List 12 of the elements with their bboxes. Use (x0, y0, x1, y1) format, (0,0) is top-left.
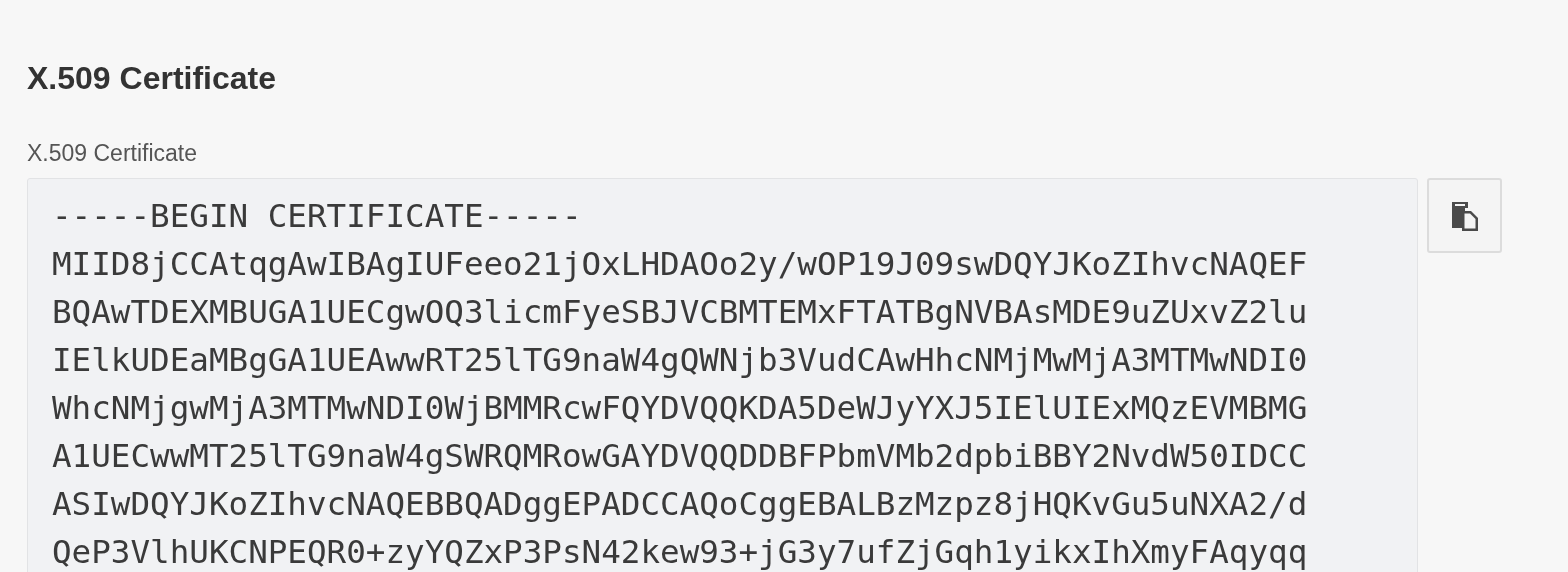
certificate-line: BQAwTDEXMBUGA1UECgwOQ3licmFyeSBJVCBMTEMxFTATBgNVBAsMDE9uZUxvZ2lu (52, 292, 1308, 333)
certificate-line: IElkUDEaMBgGA1UEAwwRT25lTG9naW4gQWNjb3VudCAwHhcNMjMwMjA3MTMwNDI0 (52, 340, 1308, 381)
certificate-line: -----BEGIN CERTIFICATE----- (52, 196, 582, 237)
copy-icon (1449, 199, 1480, 232)
section-heading: X.509 Certificate (27, 59, 276, 98)
field-label: X.509 Certificate (27, 139, 198, 168)
certificate-line: ASIwDQYJKoZIhvcNAQEBBQADggEPADCCAQoCggEBALBzMzpz8jHQKvGu5uNXA2/d (52, 484, 1308, 525)
certificate-line: A1UECwwMT25lTG9naW4gSWRQMRowGAYDVQQDDBFPbmVMb2dpbiBBY2NvdW50IDCC (52, 436, 1308, 477)
copy-button[interactable] (1427, 178, 1502, 253)
certificate-line: WhcNMjgwMjA3MTMwNDI0WjBMMRcwFQYDVQQKDA5DeWJyYXJ5IElUIExMQzEVMBMG (52, 388, 1308, 429)
certificate-line: MIID8jCCAtqgAwIBAgIUFeeo21jOxLHDAOo2y/wOP19J09swDQYJKoZIhvcNAQEF (52, 244, 1308, 285)
certificate-line: QeP3VlhUKCNPEQR0+zyYQZxP3PsN42kew93+jG3y7ufZjGqh1yikxIhXmyFAqyqq (52, 532, 1308, 572)
